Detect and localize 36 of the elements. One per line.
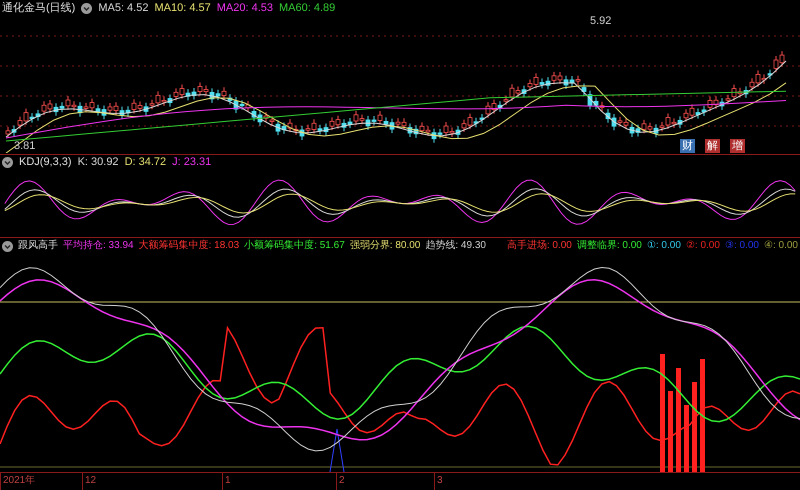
time-axis-label: 2 xyxy=(338,475,345,486)
low-price-label: 3.81 xyxy=(14,139,36,153)
indicator-value: D: 34.72 xyxy=(124,155,166,170)
indicator-value: MA20: 4.53 xyxy=(216,1,273,15)
event-tag[interactable]: 解 xyxy=(705,139,720,153)
indicator-value: 趋势线: 49.30 xyxy=(425,239,486,253)
collapse-icon[interactable] xyxy=(81,2,92,14)
spike-line xyxy=(330,428,344,472)
time-axis-label: 3 xyxy=(436,475,443,486)
time-axis-label: 12 xyxy=(84,475,96,486)
indicator-value: J: 23.31 xyxy=(172,155,212,170)
indicator-value: MA5: 4.52 xyxy=(98,1,148,15)
indicator-value: ③: 0.00 xyxy=(724,239,759,253)
collapse-icon[interactable] xyxy=(2,240,13,252)
indicator-value: 大额筹码集中度: 18.03 xyxy=(138,239,240,253)
indicator-value: 高手进场: 0.00 xyxy=(506,239,572,253)
indicator-value: 小额筹码集中度: 51.67 xyxy=(244,239,345,253)
signal-bar xyxy=(684,405,689,472)
indicator-value: ①: 0.00 xyxy=(646,239,681,253)
event-tag[interactable]: 财 xyxy=(680,139,695,153)
indicator-value: 平均持仓: 33.94 xyxy=(63,239,134,253)
time-axis-label: 2021年 xyxy=(2,475,36,486)
time-axis-label: 1 xyxy=(224,475,231,486)
event-tag[interactable]: 增 xyxy=(730,139,745,153)
indicator-value: K: 30.92 xyxy=(78,155,119,170)
chart-title: 通化金马(日线) xyxy=(2,1,76,15)
indicator-value: ④: 0.00 xyxy=(764,239,798,253)
indicator-value: 调整临界: 0.00 xyxy=(576,239,642,253)
indicator-value: 强弱分界: 80.00 xyxy=(350,239,420,253)
high-price-label: 5.92 xyxy=(590,14,612,28)
indicator-value: ②: 0.00 xyxy=(686,239,720,253)
indicator-value: MA10: 4.57 xyxy=(154,1,211,15)
collapse-icon[interactable] xyxy=(2,156,13,168)
indicator-value: MA60: 4.89 xyxy=(279,1,336,15)
indicator-title: KDJ(9,3,3) xyxy=(19,155,72,170)
indicator-title: 跟风高手 xyxy=(18,239,58,253)
